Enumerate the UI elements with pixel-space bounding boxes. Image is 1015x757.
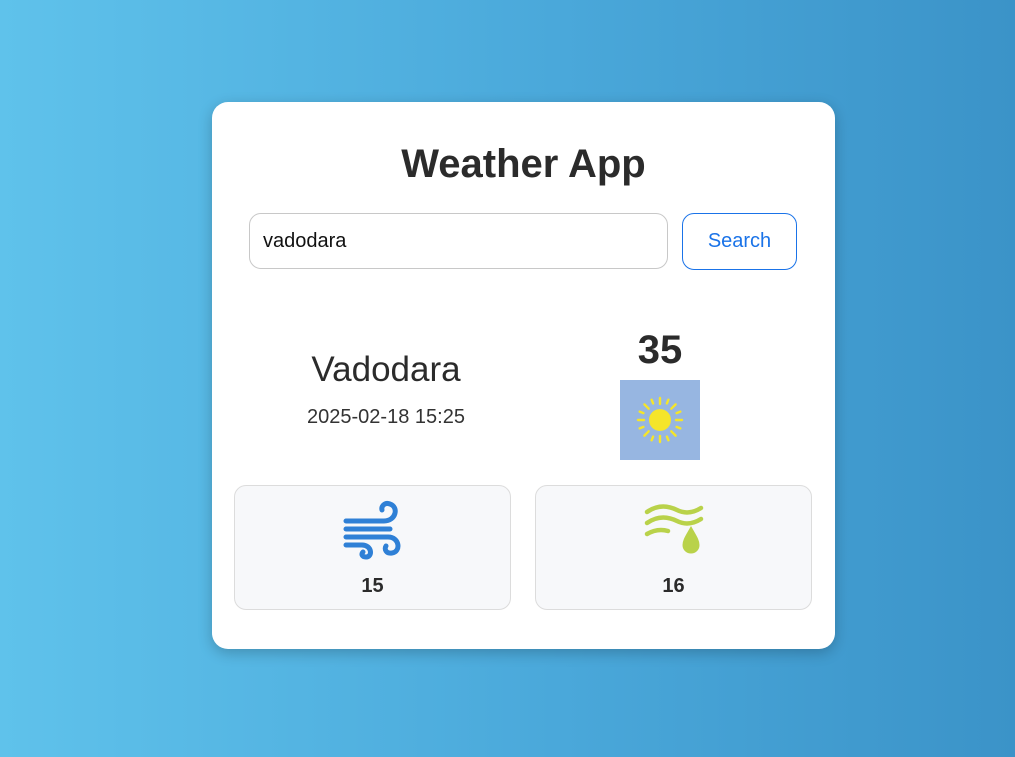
- app-title: Weather App: [401, 142, 646, 186]
- sun-icon: [620, 380, 700, 460]
- humidity-tile: 16: [535, 485, 812, 610]
- wind-speed-value: 15: [361, 575, 384, 597]
- city-name: Vadodara: [311, 350, 461, 389]
- weather-card: Weather App Search Vadodara 2025-02-18 1…: [212, 102, 835, 649]
- city-search-input[interactable]: [249, 213, 668, 269]
- wind-speed-tile: 15: [234, 485, 511, 610]
- wind-icon: [340, 499, 406, 561]
- search-button[interactable]: Search: [682, 213, 797, 270]
- humidity-value: 16: [662, 575, 685, 597]
- humidity-icon: [641, 499, 707, 561]
- temperature-value: 35: [637, 328, 683, 372]
- local-datetime: 2025-02-18 15:25: [307, 406, 465, 428]
- sun-icon-graphic: [636, 396, 684, 444]
